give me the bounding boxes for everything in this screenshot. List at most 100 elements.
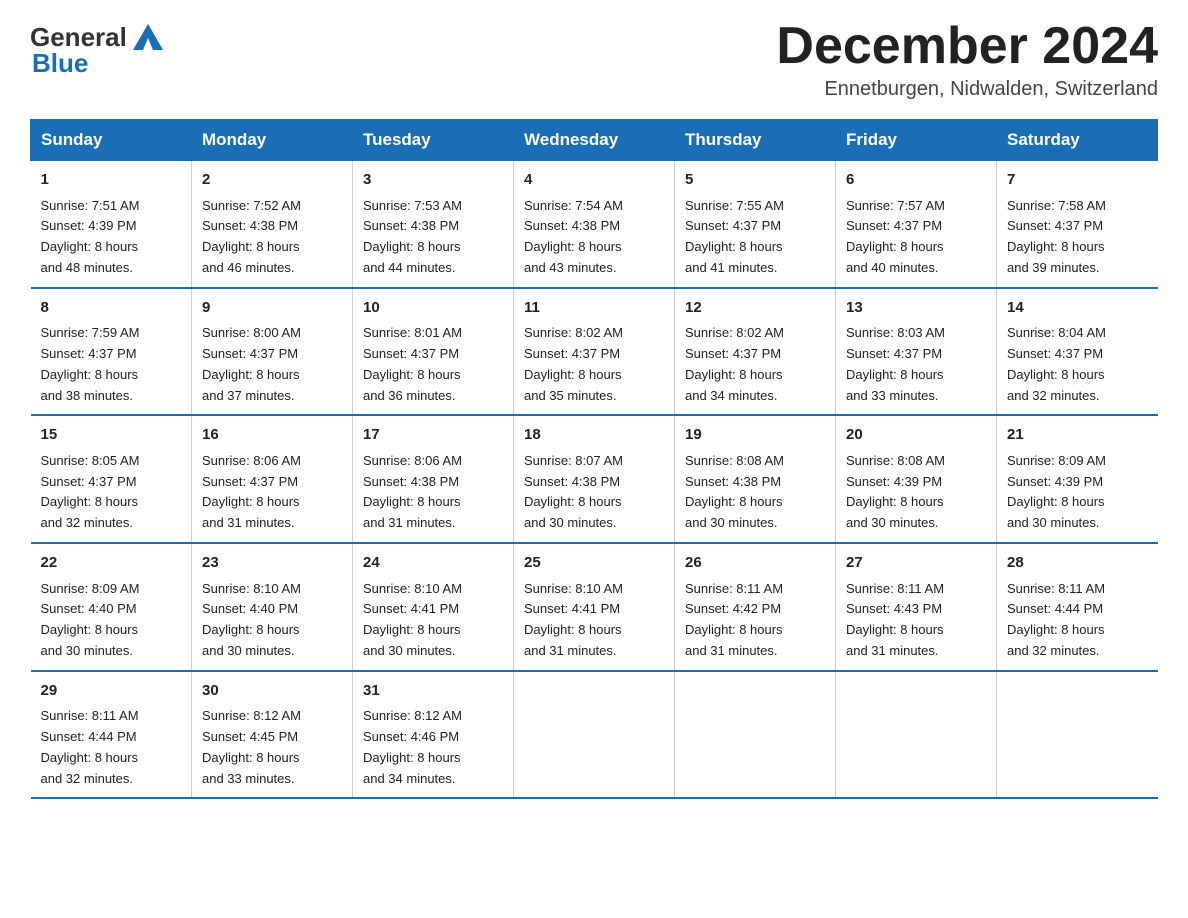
table-row <box>997 671 1158 799</box>
day-number: 7 <box>1007 169 1148 192</box>
day-number: 19 <box>685 424 825 447</box>
day-info: Sunrise: 8:03 AMSunset: 4:37 PMDaylight:… <box>846 325 945 402</box>
table-row: 30 Sunrise: 8:12 AMSunset: 4:45 PMDaylig… <box>192 671 353 799</box>
col-saturday: Saturday <box>997 120 1158 161</box>
day-info: Sunrise: 8:12 AMSunset: 4:45 PMDaylight:… <box>202 708 301 785</box>
day-number: 14 <box>1007 297 1148 320</box>
day-number: 27 <box>846 552 986 575</box>
table-row: 26 Sunrise: 8:11 AMSunset: 4:42 PMDaylig… <box>675 543 836 671</box>
table-row <box>836 671 997 799</box>
day-info: Sunrise: 8:11 AMSunset: 4:44 PMDaylight:… <box>1007 581 1105 658</box>
table-row: 22 Sunrise: 8:09 AMSunset: 4:40 PMDaylig… <box>31 543 192 671</box>
logo-text-blue: Blue <box>32 48 88 79</box>
day-info: Sunrise: 7:54 AMSunset: 4:38 PMDaylight:… <box>524 198 623 275</box>
table-row: 10 Sunrise: 8:01 AMSunset: 4:37 PMDaylig… <box>353 288 514 416</box>
calendar-week-row: 8 Sunrise: 7:59 AMSunset: 4:37 PMDayligh… <box>31 288 1158 416</box>
day-number: 13 <box>846 297 986 320</box>
table-row: 28 Sunrise: 8:11 AMSunset: 4:44 PMDaylig… <box>997 543 1158 671</box>
calendar-table: Sunday Monday Tuesday Wednesday Thursday… <box>30 119 1158 799</box>
day-info: Sunrise: 8:08 AMSunset: 4:39 PMDaylight:… <box>846 453 945 530</box>
day-number: 30 <box>202 680 342 703</box>
day-info: Sunrise: 8:09 AMSunset: 4:39 PMDaylight:… <box>1007 453 1106 530</box>
col-wednesday: Wednesday <box>514 120 675 161</box>
day-number: 29 <box>41 680 182 703</box>
table-row: 3 Sunrise: 7:53 AMSunset: 4:38 PMDayligh… <box>353 161 514 288</box>
table-row: 4 Sunrise: 7:54 AMSunset: 4:38 PMDayligh… <box>514 161 675 288</box>
day-info: Sunrise: 8:11 AMSunset: 4:43 PMDaylight:… <box>846 581 944 658</box>
table-row: 31 Sunrise: 8:12 AMSunset: 4:46 PMDaylig… <box>353 671 514 799</box>
table-row: 5 Sunrise: 7:55 AMSunset: 4:37 PMDayligh… <box>675 161 836 288</box>
day-number: 22 <box>41 552 182 575</box>
table-row <box>675 671 836 799</box>
table-row: 17 Sunrise: 8:06 AMSunset: 4:38 PMDaylig… <box>353 415 514 543</box>
day-number: 11 <box>524 297 664 320</box>
day-info: Sunrise: 8:12 AMSunset: 4:46 PMDaylight:… <box>363 708 462 785</box>
col-tuesday: Tuesday <box>353 120 514 161</box>
table-row: 24 Sunrise: 8:10 AMSunset: 4:41 PMDaylig… <box>353 543 514 671</box>
day-number: 16 <box>202 424 342 447</box>
table-row: 7 Sunrise: 7:58 AMSunset: 4:37 PMDayligh… <box>997 161 1158 288</box>
table-row: 18 Sunrise: 8:07 AMSunset: 4:38 PMDaylig… <box>514 415 675 543</box>
month-title: December 2024 <box>776 20 1158 72</box>
day-info: Sunrise: 7:57 AMSunset: 4:37 PMDaylight:… <box>846 198 945 275</box>
day-number: 26 <box>685 552 825 575</box>
day-number: 21 <box>1007 424 1148 447</box>
day-number: 4 <box>524 169 664 192</box>
table-row: 25 Sunrise: 8:10 AMSunset: 4:41 PMDaylig… <box>514 543 675 671</box>
table-row: 11 Sunrise: 8:02 AMSunset: 4:37 PMDaylig… <box>514 288 675 416</box>
day-number: 3 <box>363 169 503 192</box>
day-number: 18 <box>524 424 664 447</box>
logo: General Blue <box>30 20 167 79</box>
day-info: Sunrise: 8:11 AMSunset: 4:44 PMDaylight:… <box>41 708 139 785</box>
table-row <box>514 671 675 799</box>
logo-icon <box>129 16 167 54</box>
day-info: Sunrise: 8:11 AMSunset: 4:42 PMDaylight:… <box>685 581 783 658</box>
table-row: 9 Sunrise: 8:00 AMSunset: 4:37 PMDayligh… <box>192 288 353 416</box>
day-number: 1 <box>41 169 182 192</box>
table-row: 6 Sunrise: 7:57 AMSunset: 4:37 PMDayligh… <box>836 161 997 288</box>
day-info: Sunrise: 8:01 AMSunset: 4:37 PMDaylight:… <box>363 325 462 402</box>
day-number: 24 <box>363 552 503 575</box>
day-number: 6 <box>846 169 986 192</box>
table-row: 8 Sunrise: 7:59 AMSunset: 4:37 PMDayligh… <box>31 288 192 416</box>
calendar-header-row: Sunday Monday Tuesday Wednesday Thursday… <box>31 120 1158 161</box>
day-number: 25 <box>524 552 664 575</box>
table-row: 12 Sunrise: 8:02 AMSunset: 4:37 PMDaylig… <box>675 288 836 416</box>
location: Ennetburgen, Nidwalden, Switzerland <box>776 78 1158 101</box>
day-info: Sunrise: 8:10 AMSunset: 4:41 PMDaylight:… <box>524 581 623 658</box>
table-row: 20 Sunrise: 8:08 AMSunset: 4:39 PMDaylig… <box>836 415 997 543</box>
day-info: Sunrise: 8:02 AMSunset: 4:37 PMDaylight:… <box>685 325 784 402</box>
table-row: 21 Sunrise: 8:09 AMSunset: 4:39 PMDaylig… <box>997 415 1158 543</box>
col-thursday: Thursday <box>675 120 836 161</box>
day-number: 9 <box>202 297 342 320</box>
day-number: 31 <box>363 680 503 703</box>
table-row: 27 Sunrise: 8:11 AMSunset: 4:43 PMDaylig… <box>836 543 997 671</box>
col-sunday: Sunday <box>31 120 192 161</box>
day-info: Sunrise: 7:51 AMSunset: 4:39 PMDaylight:… <box>41 198 140 275</box>
calendar-week-row: 29 Sunrise: 8:11 AMSunset: 4:44 PMDaylig… <box>31 671 1158 799</box>
day-number: 8 <box>41 297 182 320</box>
calendar-week-row: 15 Sunrise: 8:05 AMSunset: 4:37 PMDaylig… <box>31 415 1158 543</box>
day-number: 23 <box>202 552 342 575</box>
day-info: Sunrise: 8:10 AMSunset: 4:40 PMDaylight:… <box>202 581 301 658</box>
calendar-week-row: 22 Sunrise: 8:09 AMSunset: 4:40 PMDaylig… <box>31 543 1158 671</box>
table-row: 13 Sunrise: 8:03 AMSunset: 4:37 PMDaylig… <box>836 288 997 416</box>
day-info: Sunrise: 7:55 AMSunset: 4:37 PMDaylight:… <box>685 198 784 275</box>
table-row: 1 Sunrise: 7:51 AMSunset: 4:39 PMDayligh… <box>31 161 192 288</box>
table-row: 14 Sunrise: 8:04 AMSunset: 4:37 PMDaylig… <box>997 288 1158 416</box>
day-number: 2 <box>202 169 342 192</box>
table-row: 15 Sunrise: 8:05 AMSunset: 4:37 PMDaylig… <box>31 415 192 543</box>
table-row: 2 Sunrise: 7:52 AMSunset: 4:38 PMDayligh… <box>192 161 353 288</box>
day-info: Sunrise: 7:58 AMSunset: 4:37 PMDaylight:… <box>1007 198 1106 275</box>
day-info: Sunrise: 8:06 AMSunset: 4:38 PMDaylight:… <box>363 453 462 530</box>
page-header: General Blue December 2024 Ennetburgen, … <box>30 20 1158 101</box>
calendar-week-row: 1 Sunrise: 7:51 AMSunset: 4:39 PMDayligh… <box>31 161 1158 288</box>
table-row: 29 Sunrise: 8:11 AMSunset: 4:44 PMDaylig… <box>31 671 192 799</box>
day-number: 15 <box>41 424 182 447</box>
day-info: Sunrise: 8:05 AMSunset: 4:37 PMDaylight:… <box>41 453 140 530</box>
day-number: 12 <box>685 297 825 320</box>
day-number: 5 <box>685 169 825 192</box>
day-info: Sunrise: 8:07 AMSunset: 4:38 PMDaylight:… <box>524 453 623 530</box>
day-number: 10 <box>363 297 503 320</box>
col-monday: Monday <box>192 120 353 161</box>
